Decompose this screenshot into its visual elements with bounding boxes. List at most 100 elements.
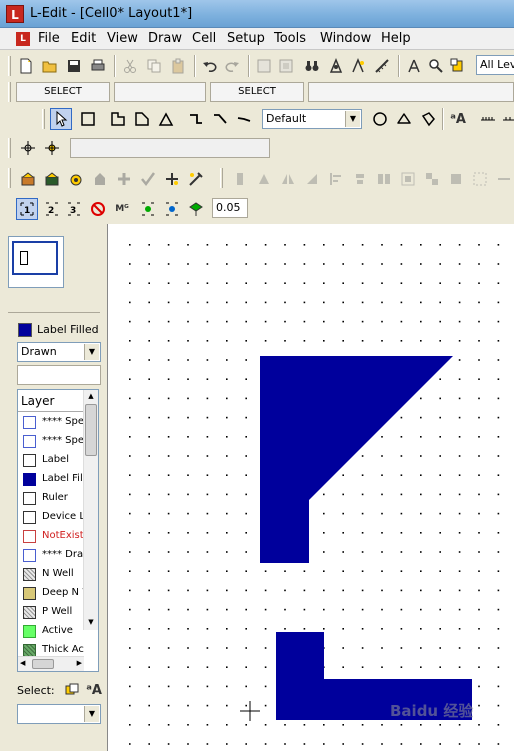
open-folder-icon[interactable] — [40, 56, 60, 76]
hscroll-thumb[interactable] — [32, 659, 54, 669]
layer-row[interactable]: Label — [18, 451, 84, 470]
ruler-icon[interactable] — [478, 109, 498, 129]
save-icon[interactable] — [64, 56, 84, 76]
scroll-left-icon[interactable]: ◀ — [20, 659, 25, 667]
find-net-icon[interactable] — [326, 56, 346, 76]
rotate-icon[interactable] — [254, 169, 274, 189]
menu-draw[interactable]: Draw — [148, 31, 182, 46]
box-tool-icon[interactable] — [78, 109, 98, 129]
verify-icon[interactable] — [138, 169, 158, 189]
select-mode-select[interactable]: ▼ — [17, 704, 101, 724]
flip-horizontal-icon[interactable] — [278, 169, 298, 189]
align-center-icon[interactable] — [350, 169, 370, 189]
layout-canvas[interactable] — [107, 224, 514, 751]
menu-setup[interactable]: Setup — [227, 31, 265, 46]
layer-filter-input[interactable] — [17, 365, 101, 385]
menu-help[interactable]: Help — [381, 31, 411, 46]
cell-instance-icon[interactable] — [254, 56, 274, 76]
45-wire-icon[interactable] — [210, 109, 230, 129]
level-combo[interactable]: All Leve — [476, 55, 514, 75]
slice-icon[interactable] — [494, 169, 514, 189]
layer-row[interactable]: Ruler — [18, 489, 84, 508]
label-filled-polygon-upper[interactable] — [260, 356, 453, 563]
align-top-icon[interactable] — [398, 169, 418, 189]
tools-icon[interactable] — [186, 169, 206, 189]
trace-icon[interactable] — [348, 56, 368, 76]
toolbar-grip[interactable] — [8, 168, 11, 188]
spice-icon[interactable] — [162, 169, 182, 189]
node-name-input[interactable] — [70, 138, 270, 158]
snap-value-input[interactable]: 0.05 — [212, 198, 248, 218]
view-mode-select[interactable]: Drawn ▼ — [17, 342, 101, 362]
group-icon[interactable] — [422, 169, 442, 189]
triangle-tool-icon[interactable] — [156, 109, 176, 129]
cut-icon[interactable] — [120, 56, 140, 76]
layer-row[interactable]: **** Spec — [18, 432, 84, 451]
chevron-down-icon[interactable]: ▼ — [345, 111, 360, 127]
menu-tools[interactable]: Tools — [274, 31, 306, 46]
snap-layer-icon[interactable] — [186, 199, 206, 219]
port-tool-icon[interactable]: ᵃA — [448, 109, 468, 129]
select-all-layers-icon[interactable] — [62, 680, 82, 700]
layer-row[interactable]: **** Spec — [18, 413, 84, 432]
extract-icon[interactable] — [90, 169, 110, 189]
no-snap-icon[interactable] — [88, 199, 108, 219]
toolbar-grip[interactable] — [42, 109, 45, 129]
layer-row[interactable]: Deep N W — [18, 584, 84, 603]
node-highlight-icon[interactable] — [42, 138, 62, 158]
layer-row[interactable]: **** Draw — [18, 546, 84, 565]
toolbar-grip[interactable] — [8, 56, 11, 76]
new-file-icon[interactable] — [16, 56, 36, 76]
paste-icon[interactable] — [168, 56, 188, 76]
flip-vertical-icon[interactable] — [302, 169, 322, 189]
scroll-down-icon[interactable]: ▼ — [86, 618, 96, 628]
layer-row[interactable]: NotExists — [18, 527, 84, 546]
select-label-layer-icon[interactable]: ᵃA — [84, 680, 104, 700]
torus-tool-icon[interactable] — [418, 109, 438, 129]
all-angle-wire-icon[interactable] — [234, 109, 254, 129]
cell-preview[interactable] — [8, 236, 64, 288]
ruler-alt-icon[interactable] — [500, 109, 514, 129]
manufacturing-grid-icon[interactable]: Mᴳ — [112, 199, 132, 219]
snap-edge-icon[interactable] — [162, 199, 182, 219]
snap-all-angle-icon[interactable]: 3 — [64, 199, 84, 219]
layer-row[interactable]: Active — [18, 622, 84, 641]
layer-list-vscroll[interactable]: ▲ ▼ — [83, 390, 98, 630]
wire-style-select[interactable]: Default ▼ — [262, 109, 362, 129]
merge-icon[interactable] — [470, 169, 490, 189]
chevron-down-icon[interactable]: ▼ — [84, 344, 99, 360]
chevron-down-icon[interactable]: ▼ — [84, 706, 99, 722]
drc-icon[interactable] — [42, 169, 62, 189]
scroll-up-icon[interactable]: ▲ — [86, 392, 96, 402]
toolbar-grip[interactable] — [8, 82, 11, 102]
snap-grid-icon[interactable]: 1 — [16, 198, 38, 220]
orthogonal-wire-icon[interactable] — [186, 109, 206, 129]
flip-icon[interactable] — [230, 169, 250, 189]
copy-icon[interactable] — [144, 56, 164, 76]
toolbar-grip[interactable] — [220, 168, 223, 188]
pie-tool-icon[interactable] — [394, 109, 414, 129]
drc-box-icon[interactable] — [66, 169, 86, 189]
document-menu-icon[interactable]: L — [16, 32, 30, 46]
binoculars-icon[interactable] — [302, 56, 322, 76]
polygon-tool-icon[interactable] — [108, 109, 128, 129]
layer-row[interactable]: N Well — [18, 565, 84, 584]
cell-array-icon[interactable] — [276, 56, 296, 76]
layout-view-icon[interactable] — [448, 56, 468, 76]
select-pointer-icon[interactable] — [50, 108, 72, 130]
menu-edit[interactable]: Edit — [71, 31, 96, 46]
cross-section-icon[interactable] — [114, 169, 134, 189]
menu-file[interactable]: File — [38, 31, 60, 46]
print-icon[interactable] — [88, 56, 108, 76]
snap-vertex-icon[interactable] — [138, 199, 158, 219]
redo-icon[interactable] — [222, 56, 242, 76]
align-left-icon[interactable] — [326, 169, 346, 189]
ungroup-icon[interactable] — [446, 169, 466, 189]
layer-list-hscroll[interactable]: ◀ ▶ — [18, 656, 84, 671]
layout-drawing[interactable] — [108, 224, 514, 751]
generate-layers-icon[interactable] — [18, 169, 38, 189]
title-bar[interactable]: L L-Edit - [Cell0* Layout1*] — [0, 0, 514, 28]
node-icon[interactable] — [18, 138, 38, 158]
menu-window[interactable]: Window — [320, 31, 371, 46]
layer-row[interactable]: P Well — [18, 603, 84, 622]
